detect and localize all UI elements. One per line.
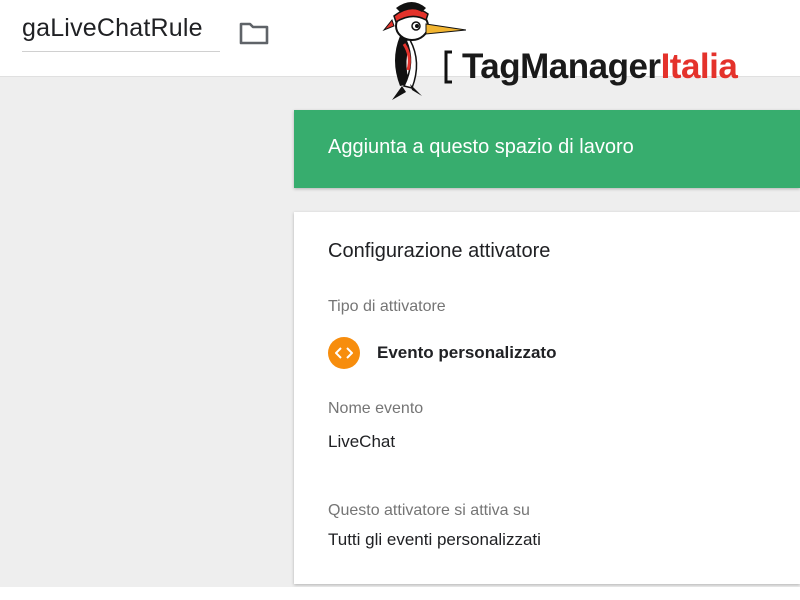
trigger-name-field[interactable]: gaLiveChatRule: [22, 14, 220, 52]
event-name-label: Nome evento: [328, 400, 424, 417]
woodpecker-icon: [382, 2, 466, 100]
card-title: Configurazione attivatore: [328, 240, 551, 262]
brand-logo: TagManagerItalia: [382, 0, 800, 102]
success-banner: Aggiunta a questo spazio di lavoro: [294, 110, 800, 188]
brand-wordmark: TagManagerItalia: [462, 47, 738, 87]
trigger-configuration-card[interactable]: Configurazione attivatore Tipo di attiva…: [294, 212, 800, 584]
event-name-value: LiveChat: [328, 432, 396, 451]
brand-name-part2: Italia: [660, 47, 738, 86]
banner-message: Aggiunta a questo spazio di lavoro: [328, 136, 634, 158]
brand-name-part1: TagManager: [462, 47, 661, 86]
trigger-type-row[interactable]: Evento personalizzato: [328, 337, 556, 369]
trigger-type-label: Tipo di attivatore: [328, 298, 446, 315]
page: gaLiveChatRule TagManagerItalia Aggiunta…: [0, 0, 800, 600]
trigger-type-value: Evento personalizzato: [377, 343, 557, 362]
bottom-strip: [0, 587, 800, 600]
folder-icon[interactable]: [239, 21, 269, 45]
fires-on-value: Tutti gli eventi personalizzati: [328, 530, 541, 549]
page-title[interactable]: gaLiveChatRule: [22, 14, 220, 43]
code-brackets-glyph: [335, 347, 353, 359]
fires-on-label: Questo attivatore si attiva su: [328, 502, 530, 519]
code-brackets-icon: [328, 337, 360, 369]
